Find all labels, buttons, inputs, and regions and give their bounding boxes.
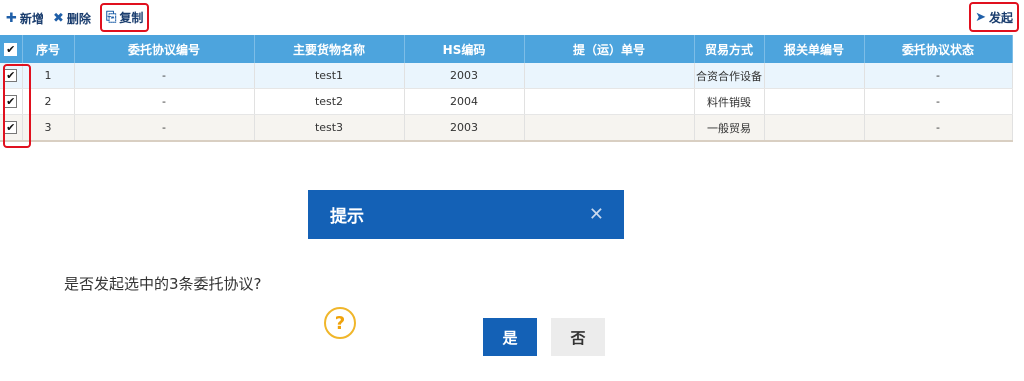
col-header-hs[interactable]: HS编码 [404,35,525,63]
dialog-message-text: 是否发起选中的3条委托协议? [64,275,262,293]
col-header-agreement-no[interactable]: 委托协议编号 [74,35,255,63]
confirm-no-button[interactable]: 否 [551,318,605,356]
dialog-message: 是否发起选中的3条委托协议? [64,273,262,294]
col-header-index[interactable]: 序号 [22,35,75,63]
col-header-goods[interactable]: 主要货物名称 [254,35,405,63]
row-checkbox[interactable]: ✔ [4,121,18,135]
cell-hs: 2003 [404,114,525,142]
close-icon[interactable]: ✕ [589,204,604,225]
send-icon: ➤ [975,9,986,25]
dialog-title-bar: 提示 ✕ [308,190,624,239]
col-header-bill-no[interactable]: 提（运）单号 [524,35,695,63]
cell-decl-no [764,88,865,115]
table-header-row: ✔ 序号 委托协议编号 主要货物名称 HS编码 提（运）单号 贸易方式 报关单编… [0,35,1013,63]
cell-agreement-no: - [74,88,255,115]
cell-bill-no [524,114,695,142]
delete-button-label: 删除 [66,11,91,26]
table-row[interactable]: ✔ 2 - test2 2004 料件销毁 - [0,88,1013,115]
agreement-table: ✔ 序号 委托协议编号 主要货物名称 HS编码 提（运）单号 贸易方式 报关单编… [0,35,1013,142]
col-header-trade-mode[interactable]: 贸易方式 [694,35,765,63]
copy-button-label: 复制 [119,11,144,25]
cell-goods: test1 [254,63,405,89]
cell-status: - [864,114,1013,142]
add-button[interactable]: ✚ 新增 [3,6,47,30]
cell-bill-no [524,63,695,89]
cell-trade-mode: 合资合作设备 [694,63,765,89]
copy-button[interactable]: ⎘ 复制 [100,3,150,32]
col-header-status[interactable]: 委托协议状态 [864,35,1013,63]
cell-hs: 2004 [404,88,525,115]
cell-agreement-no: - [74,63,255,89]
col-header-decl-no[interactable]: 报关单编号 [764,35,865,63]
toolbar: ✚ 新增 ✖ 删除 ⎘ 复制 ➤ 发起 [0,0,1024,34]
select-all-checkbox[interactable]: ✔ [4,43,18,56]
cell-goods: test2 [254,88,405,115]
question-icon: ? [324,307,356,339]
cell-decl-no [764,114,865,142]
cell-trade-mode: 一般贸易 [694,114,765,142]
cell-goods: test3 [254,114,405,142]
add-button-label: 新增 [19,11,44,26]
cell-decl-no [764,63,865,89]
cell-agreement-no: - [74,114,255,142]
cell-hs: 2003 [404,63,525,89]
launch-button[interactable]: ➤ 发起 [969,2,1019,32]
delete-button[interactable]: ✖ 删除 [50,6,94,30]
x-icon: ✖ [53,10,64,26]
select-all-cell[interactable]: ✔ [0,35,23,63]
cell-trade-mode: 料件销毁 [694,88,765,115]
dialog-title: 提示 [330,207,364,227]
plus-icon: ✚ [6,10,17,26]
row-checkbox[interactable]: ✔ [4,69,18,83]
table-row[interactable]: ✔ 1 - test1 2003 合资合作设备 - [0,63,1013,89]
cell-bill-no [524,88,695,115]
confirm-yes-button[interactable]: 是 [483,318,537,356]
launch-button-label: 发起 [988,10,1013,25]
cell-index: 3 [22,114,75,142]
cell-index: 2 [22,88,75,115]
cell-status: - [864,88,1013,115]
copy-icon: ⎘ [106,10,117,25]
cell-status: - [864,63,1013,89]
cell-index: 1 [22,63,75,89]
table-row[interactable]: ✔ 3 - test3 2003 一般贸易 - [0,114,1013,142]
row-checkbox[interactable]: ✔ [4,95,18,109]
